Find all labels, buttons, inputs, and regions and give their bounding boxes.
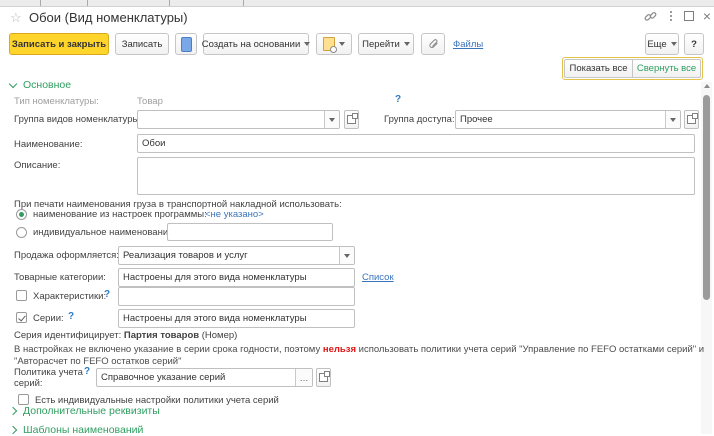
create-based-on-button[interactable]: Создать на основании	[203, 33, 309, 55]
chevron-right-icon	[9, 426, 17, 434]
access-group-combo[interactable]: Прочее	[455, 110, 681, 129]
dropdown-button[interactable]	[665, 111, 680, 128]
help-mark[interactable]: ?	[68, 311, 74, 322]
help-mark[interactable]: ?	[104, 289, 110, 300]
series-identifies-text: Серия идентифицирует: Партия товаров (Но…	[14, 330, 237, 341]
type-group-open-button[interactable]	[344, 110, 359, 129]
nomenclature-type-value: Товар	[137, 96, 163, 107]
description-label: Описание:	[14, 160, 60, 171]
radio-from-settings[interactable]	[16, 209, 27, 220]
radio-individual-label: индивидуальное наименование:	[33, 227, 176, 238]
background-tab-strip	[0, 0, 714, 7]
show-all-button[interactable]: Показать все	[564, 59, 633, 78]
name-label: Наименование:	[14, 139, 83, 150]
type-group-label: Группа видов номенклатуры:	[14, 114, 142, 125]
radio-from-settings-label: наименование из настроек программы:	[33, 209, 207, 220]
type-group-combo[interactable]	[137, 110, 340, 129]
page-title: Обои (Вид номенклатуры)	[29, 10, 188, 25]
go-to-button[interactable]: Перейти	[358, 33, 414, 55]
get-link-icon[interactable]	[642, 8, 658, 24]
series-input[interactable]: Настроены для этого вида номенклатуры	[118, 309, 355, 328]
sale-label: Продажа оформляется:	[14, 250, 119, 261]
attachments-button[interactable]	[421, 33, 445, 55]
dropdown-button[interactable]	[339, 247, 354, 264]
chevron-right-icon	[9, 407, 17, 415]
individual-name-input[interactable]	[167, 223, 333, 241]
open-icon	[687, 115, 696, 124]
chevron-down-icon	[404, 42, 410, 46]
characteristics-checkbox[interactable]	[16, 290, 27, 301]
categories-label: Товарные категории:	[14, 272, 106, 283]
files-link[interactable]: Файлы	[453, 39, 483, 50]
categories-input[interactable]: Настроены для этого вида номенклатуры	[118, 268, 355, 287]
chevron-down-icon	[304, 42, 310, 46]
chevron-down-icon	[344, 254, 350, 258]
series-policy-label: Политика учета серий:	[14, 367, 84, 389]
choose-button[interactable]: …	[295, 369, 312, 386]
help-mark[interactable]: ?	[395, 94, 401, 105]
view-toggle-group: Показать все Свернуть все	[562, 57, 703, 80]
more-menu-icon[interactable]	[663, 8, 679, 24]
description-input[interactable]	[137, 157, 695, 195]
access-group-label: Группа доступа:	[384, 114, 455, 125]
close-icon[interactable]: ×	[699, 8, 714, 24]
sale-combo[interactable]: Реализация товаров и услуг	[118, 246, 355, 265]
strip-divider	[169, 0, 170, 6]
characteristics-input[interactable]	[118, 287, 355, 306]
chevron-down-icon	[329, 118, 335, 122]
characteristics-label: Характеристики:	[33, 291, 106, 302]
maximize-icon[interactable]	[681, 8, 697, 24]
categories-list-link[interactable]: Список	[362, 272, 394, 283]
chevron-down-icon	[9, 79, 17, 87]
scrollbar-thumb[interactable]	[703, 95, 710, 300]
nomenclature-type-label: Тип номенклатуры:	[14, 96, 99, 107]
chevron-down-icon	[671, 42, 677, 46]
chevron-down-icon	[339, 42, 345, 46]
favorite-star-icon[interactable]: ☆	[10, 11, 22, 24]
open-icon	[347, 115, 356, 124]
scroll-up-icon[interactable]	[704, 84, 710, 88]
paperclip-icon	[427, 38, 440, 51]
versions-button[interactable]	[316, 33, 352, 55]
series-label: Серии:	[33, 313, 64, 324]
show-in-list-button[interactable]	[175, 33, 197, 55]
save-and-close-button[interactable]: Записать и закрыть	[9, 33, 109, 55]
dropdown-button[interactable]	[324, 111, 339, 128]
series-policy-open-button[interactable]	[316, 368, 331, 387]
section-main-header[interactable]: Основное	[10, 79, 71, 91]
series-policy-input[interactable]: Справочное указание серий …	[96, 368, 313, 387]
scrollbar[interactable]	[701, 82, 712, 434]
name-input[interactable]: Обои	[137, 134, 695, 153]
collapse-all-button[interactable]: Свернуть все	[632, 59, 701, 78]
series-checkbox[interactable]	[16, 312, 27, 323]
card-icon	[181, 37, 192, 52]
warning-highlight: нельзя	[323, 344, 356, 355]
open-icon	[319, 373, 328, 382]
more-button[interactable]: Еще	[645, 33, 679, 55]
document-history-icon	[323, 37, 335, 51]
access-group-open-button[interactable]	[684, 110, 699, 129]
section-additional-header[interactable]: Дополнительные реквизиты	[10, 405, 160, 417]
individual-policy-checkbox[interactable]	[18, 394, 29, 405]
not-specified-link[interactable]: <не указано>	[205, 209, 264, 220]
series-policy-warning: В настройках не включено указание в сери…	[14, 344, 708, 368]
help-mark[interactable]: ?	[84, 366, 90, 377]
chevron-down-icon	[670, 118, 676, 122]
section-templates-header[interactable]: Шаблоны наименований	[10, 424, 143, 436]
radio-individual[interactable]	[16, 227, 27, 238]
help-button[interactable]: ?	[684, 33, 704, 55]
strip-divider	[40, 0, 41, 6]
strip-divider	[87, 0, 88, 6]
save-button[interactable]: Записать	[115, 33, 169, 55]
strip-divider	[243, 0, 244, 6]
